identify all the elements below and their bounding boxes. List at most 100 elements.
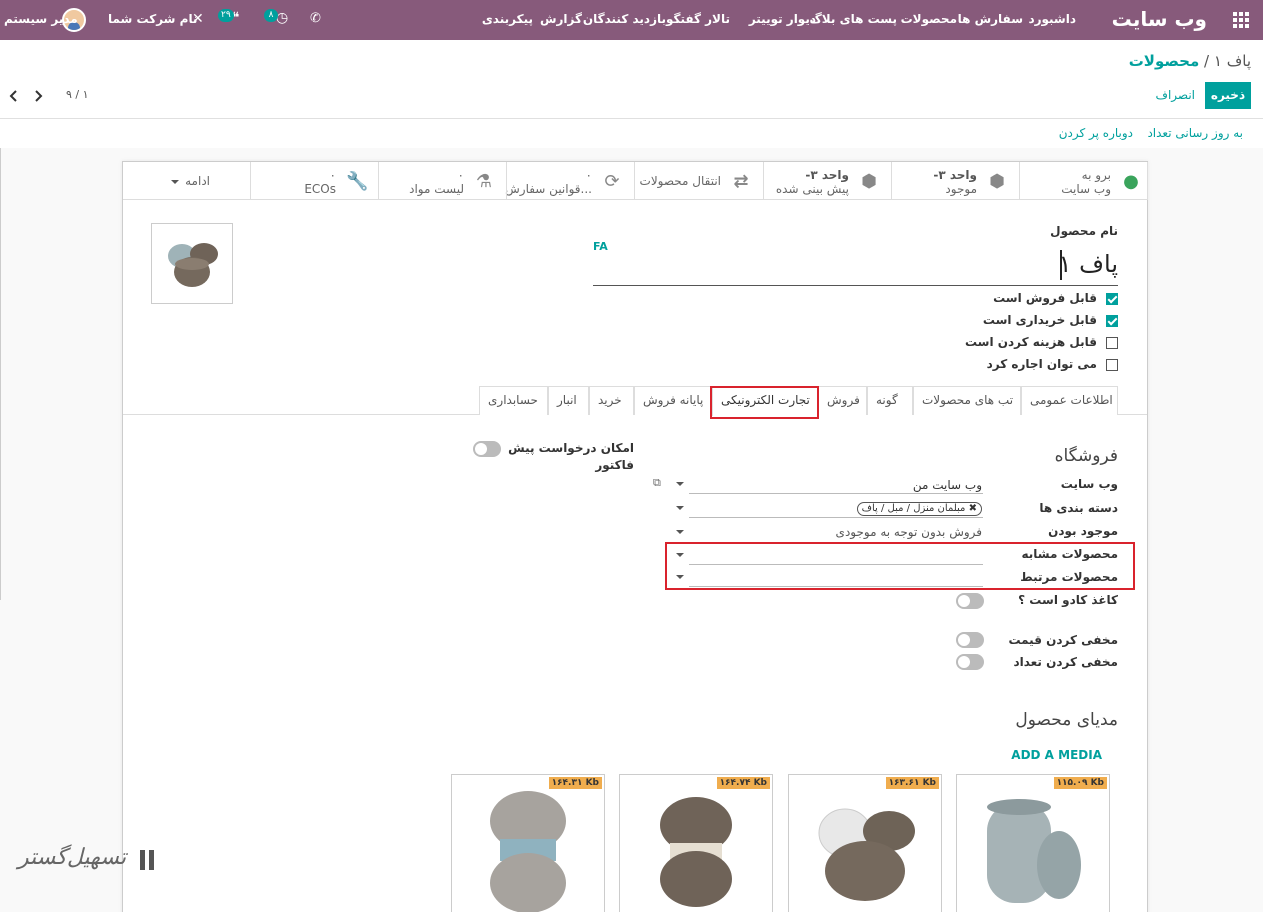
menu-visitors[interactable]: بازدید کنندگان [583,12,666,26]
menu-products[interactable]: محصولات [901,12,957,26]
categories-dropdown-icon[interactable] [676,506,684,510]
discard-button[interactable]: انصراف [1156,82,1195,109]
forecast-label: پیش بینی شده [775,182,849,196]
ecos-button[interactable]: 🔧 ۰ ECOs [251,162,379,200]
breadcrumb-products-link[interactable]: محصولات [1129,52,1200,70]
tab-sales[interactable]: فروش [818,386,867,415]
availability-value[interactable]: فروش بدون توجه به موجودی [836,525,982,539]
apps-menu-icon[interactable] [1233,12,1249,28]
replenish-button[interactable]: دوباره پر کردن [1059,126,1133,140]
user-menu[interactable]: مدیر سیستم [4,12,78,26]
purchase-ok-checkbox[interactable] [1106,315,1118,327]
pouf-stack-brown-image-icon [660,797,732,907]
quote-request-toggle[interactable] [473,441,501,457]
more-button[interactable]: ادامه [123,162,251,200]
phone-icon[interactable]: ✆ [310,11,321,26]
tag-remove-icon[interactable]: ✖ [969,503,977,514]
reordering-rules-label: قوانین سفارش... [505,182,592,196]
menu-forum[interactable]: تالار گفتگو [666,12,730,26]
tab-pos[interactable]: پایانه فروش [634,386,712,415]
watermark-logo [136,848,162,874]
cubes-icon: ⬢ [989,171,1005,192]
product-name-label: نام محصول [1050,224,1118,238]
pouf-stack-grey-image-icon [490,791,566,912]
media-card-2[interactable]: ۱۶۳.۶۱ Kb [788,774,942,912]
menu-dashboard[interactable]: داشبورد [1028,12,1076,26]
ecos-label: ECOs [304,182,336,196]
expense-label: قابل هزینه کردن است [964,335,1097,349]
activity-badge: ۸ [264,9,278,22]
media-card-4[interactable]: ۱۶۴.۳۱ Kb [451,774,605,912]
media-section-title: مدیای محصول [1015,710,1118,730]
product-name-value: پاف ۱ [1058,250,1118,278]
website-dropdown-icon[interactable] [676,482,684,486]
website-button-line2: وب سایت [1061,182,1111,196]
add-media-button[interactable]: ADD A MEDIA [1011,748,1102,762]
company-switcher[interactable]: نام شرکت شما [108,12,197,26]
external-link-icon[interactable]: ⧉ [653,476,661,490]
media-size-4: ۱۶۴.۳۱ Kb [548,777,602,789]
on-hand-label: موجود [945,182,977,196]
clock-icon[interactable]: ◷ [276,10,288,26]
tab-inventory[interactable]: انبار [548,386,589,415]
pager-next-icon[interactable] [30,88,46,104]
gift-wrap-label: کاغذ کادو است ؟ [1018,593,1118,607]
ecommerce-tab-highlight [710,386,819,419]
update-quantity-button[interactable]: به روز رسانی تعداد [1147,126,1243,140]
language-button[interactable]: FA [593,240,608,253]
expense-checkbox[interactable] [1106,337,1118,349]
menu-reporting[interactable]: گزارش [540,12,582,26]
bom-label: لیست مواد [409,182,464,196]
tab-accounting[interactable]: حسابداری [479,386,548,415]
tab-general-info[interactable]: اطلاعات عمومی [1021,386,1118,415]
product-image[interactable] [151,223,233,304]
media-card-1[interactable]: ۱۱۵.۰۹ Kb [956,774,1110,912]
go-to-website-button[interactable]: ● برو به وب سایت [1020,162,1148,200]
breadcrumb-separator: / [1204,52,1210,70]
on-hand-button[interactable]: ⬢ -۳ واحد موجود [892,162,1020,200]
hide-price-label: مخفی کردن قیمت [1008,633,1118,647]
pager-previous-icon[interactable] [6,88,22,104]
product-name-input[interactable]: پاف ۱ [593,246,1118,286]
menu-twitter-wall[interactable]: دیوار توییتر [749,12,816,26]
breadcrumb-current: پاف ۱ [1213,52,1251,70]
availability-dropdown-icon[interactable] [676,530,684,534]
tab-variants[interactable]: گونه [867,386,913,415]
product-moves-label: انتقال محصولات [639,174,721,188]
refresh-icon: ⟳ [604,171,620,192]
category-tag-label: مبلمان منزل / مبل / پاف [861,503,966,514]
website-underline [689,493,983,494]
bill-of-materials-button[interactable]: ⚗ ۰ لیست مواد [379,162,507,200]
pouf-image-icon [168,243,218,287]
hide-price-toggle[interactable] [956,632,984,648]
exchange-icon: ⇄ [733,171,749,192]
tab-product-tabs[interactable]: تب های محصولات [913,386,1021,415]
menu-orders[interactable]: سفارش ها [958,12,1023,26]
rent-checkbox[interactable] [1106,359,1118,371]
app-brand: وب سایت [1111,7,1207,31]
control-panel-divider [0,118,1263,119]
more-label: ادامه [185,174,210,188]
media-size-2: ۱۶۳.۶۱ Kb [885,777,939,789]
pager-value[interactable]: ۹ / ۱ [66,88,89,101]
gift-wrap-toggle[interactable] [956,593,984,609]
forecast-value: -۳ واحد [805,168,849,182]
product-moves-button[interactable]: ⇄ انتقال محصولات [635,162,764,200]
category-tag: مبلمان منزل / مبل / پاف ✖ [856,502,982,516]
hide-quantity-toggle[interactable] [956,654,984,670]
wrench-icon: 🔧 [346,171,369,192]
sale-ok-checkbox[interactable] [1106,293,1118,305]
save-button[interactable]: ذخیره [1205,82,1251,109]
media-card-3[interactable]: ۱۶۴.۷۴ Kb [619,774,773,912]
media-size-1: ۱۱۵.۰۹ Kb [1053,777,1107,789]
text-cursor [1060,250,1062,280]
menu-configuration[interactable]: پیکربندی [482,12,533,26]
top-navbar: وب سایت داشبورد سفارش ها محصولات پست های… [0,0,1263,40]
website-value[interactable]: وب سایت من [913,478,982,492]
reordering-rules-button[interactable]: ⟳ ۰ قوانین سفارش... [505,162,635,200]
forecast-button[interactable]: ⬢ -۳ واحد پیش بینی شده [764,162,892,200]
bom-value: ۰ [457,168,464,182]
menu-blog-posts[interactable]: پست های بلاگ [809,12,897,26]
media-size-3: ۱۶۴.۷۴ Kb [716,777,770,789]
tab-purchase[interactable]: خرید [589,386,634,415]
